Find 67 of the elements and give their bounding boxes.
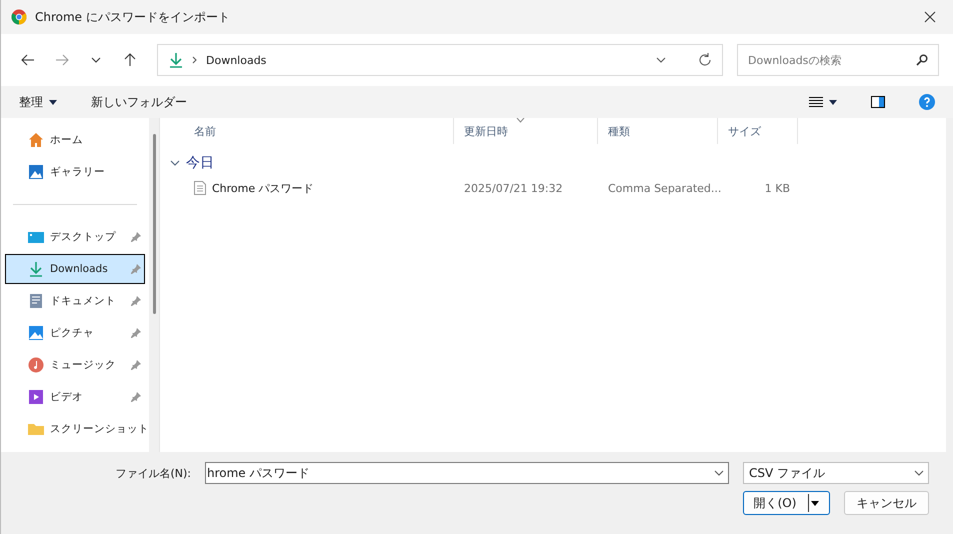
caret-icon: [49, 100, 57, 104]
chevron-icon: [170, 158, 180, 168]
column-header[interactable]: 名前: [184, 118, 454, 144]
sidebar-item[interactable]: ギャラリー: [5, 157, 145, 187]
folder-icon: [28, 421, 44, 437]
file-icon: [194, 181, 206, 195]
help-icon: [919, 94, 935, 110]
close-icon: [924, 11, 936, 23]
filename-field[interactable]: hrome パスワード: [205, 462, 729, 484]
pin-icon: [130, 231, 142, 243]
file-row[interactable]: Chrome パスワード 2025/07/21 19:32 Comma Separated... 1 KB: [160, 174, 946, 202]
sidebar-item[interactable]: ピクチャ: [5, 318, 145, 348]
pin-icon: [130, 263, 142, 275]
sort-caret-icon: [516, 118, 525, 123]
sidebar-item[interactable]: デスクトップ: [5, 222, 145, 252]
chevron-icon: [192, 56, 198, 64]
chevron-icon: [914, 470, 924, 476]
pin-icon: [130, 295, 142, 307]
chrome-icon: [11, 9, 27, 25]
organize-button[interactable]: 整理: [11, 92, 65, 112]
column-header[interactable]: 更新日時: [454, 118, 598, 144]
chevron-icon: [714, 470, 724, 476]
filetype-dropdown[interactable]: CSV ファイル: [743, 462, 929, 484]
table-cell-text: 2025/07/21 19:32: [463, 182, 564, 194]
image-icon: [28, 325, 44, 341]
file-name: Chrome パスワード: [184, 180, 454, 196]
arrow-up-icon: [124, 53, 136, 67]
arrow-left-icon: [21, 54, 35, 66]
chevron-icon: [91, 57, 101, 63]
sidebar-item[interactable]: スクリーンショット: [5, 414, 145, 444]
download-icon: [28, 261, 44, 277]
cancel-button[interactable]: キャンセル: [844, 491, 929, 515]
table-cell-text: Comma Separated...: [607, 182, 718, 194]
column-header[interactable]: 種類: [598, 118, 718, 144]
refresh-icon: [698, 53, 712, 67]
open-button[interactable]: 開く(O): [743, 491, 830, 515]
image-icon: [28, 164, 44, 180]
pin-icon: [130, 391, 142, 403]
download-icon: [168, 52, 184, 68]
sidebar-item[interactable]: ビデオ: [5, 382, 145, 412]
arrow-right-icon: [55, 54, 69, 66]
preview-pane-icon: [871, 96, 885, 108]
table-cell-text: 1 KB: [764, 182, 791, 194]
list-view-icon: [809, 97, 823, 107]
music-icon: [28, 357, 44, 373]
filename-label: ファイル名(N):: [115, 466, 191, 480]
pin-icon: [130, 327, 142, 339]
search-icon: [916, 54, 928, 66]
pin-icon: [130, 359, 142, 371]
desktop-icon: [28, 229, 44, 245]
address-bar[interactable]: Downloads: [157, 44, 723, 76]
sidebar-item[interactable]: Downloads: [5, 254, 145, 284]
sidebar-item[interactable]: ホーム: [5, 125, 145, 155]
home-icon: [28, 132, 44, 148]
caret-icon: [811, 500, 820, 506]
group-heading: 今日: [186, 154, 214, 172]
video-icon: [28, 389, 44, 405]
sidebar-item[interactable]: ミュージック: [5, 350, 145, 380]
scrollbar-thumb[interactable]: [152, 134, 156, 314]
window-title: Chrome にパスワードをインポート: [35, 8, 231, 26]
caret-icon: [656, 57, 666, 63]
new-folder-button[interactable]: 新しいフォルダー: [83, 92, 195, 112]
sidebar-item[interactable]: ドキュメント: [5, 286, 145, 316]
search-field[interactable]: Downloadsの検索: [737, 44, 939, 76]
column-header[interactable]: サイズ: [718, 118, 798, 144]
document-icon: [28, 293, 44, 309]
caret-icon: [829, 100, 837, 104]
